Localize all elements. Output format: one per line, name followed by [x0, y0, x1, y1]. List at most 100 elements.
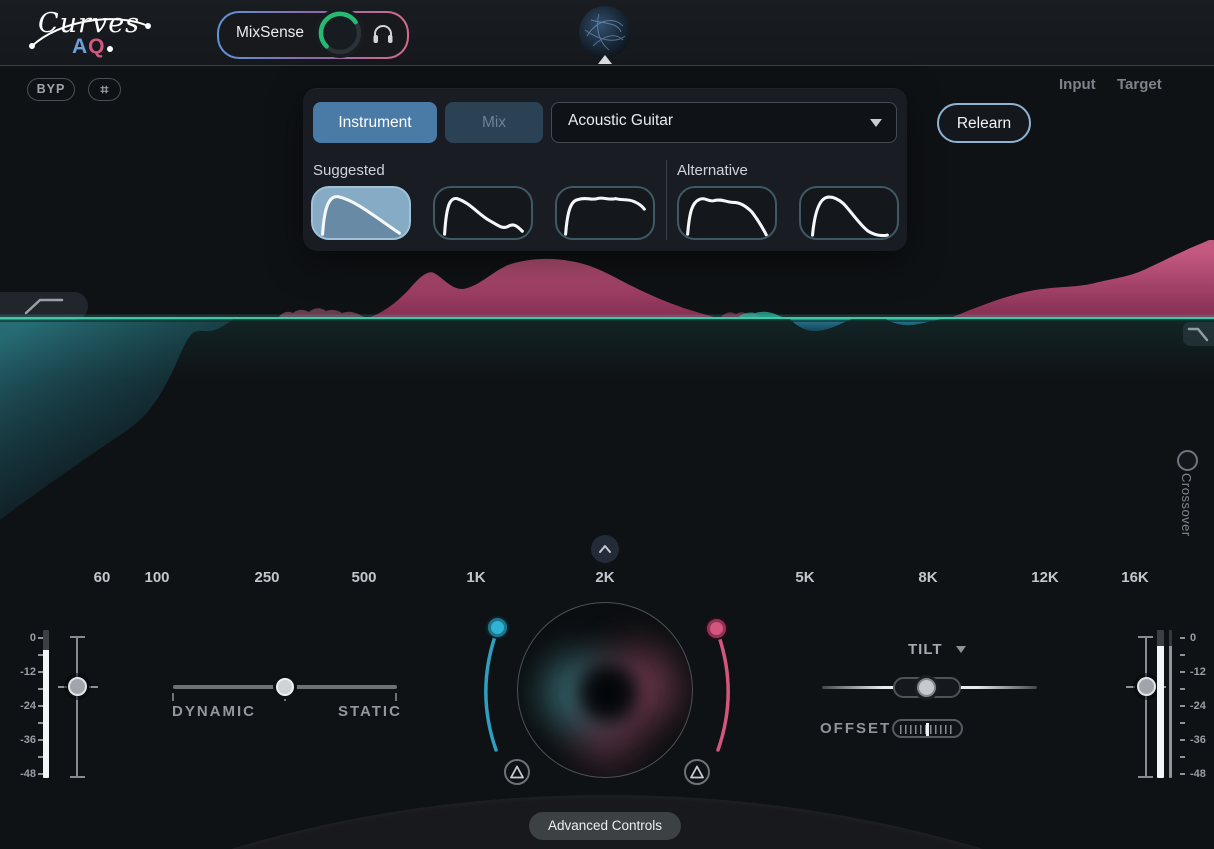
logo-q-dot	[107, 46, 113, 52]
input-gain-slider-track[interactable]	[76, 637, 78, 778]
crossover-knob[interactable]	[1177, 450, 1198, 471]
panel-notch-arrow[interactable]	[598, 55, 612, 64]
db-scale-label: 0	[14, 632, 36, 644]
tab-mix[interactable]: Mix	[445, 102, 543, 143]
slider-hairline	[89, 686, 98, 688]
dynamic-label: DYNAMIC	[172, 703, 256, 720]
below-line-wash	[0, 318, 1214, 380]
freq-label-1k: 1K	[446, 569, 506, 586]
output-level-meter-secondary	[1169, 630, 1172, 778]
preset-thumbnail-suggested-2[interactable]	[433, 186, 533, 240]
freq-label-60: 60	[72, 569, 132, 586]
freq-label-250: 250	[237, 569, 297, 586]
relearn-button[interactable]: Relearn	[937, 103, 1031, 143]
headphones-icon[interactable]	[371, 22, 395, 46]
tab-instrument[interactable]: Instrument	[313, 102, 437, 143]
dynamic-static-slider-knob[interactable]	[276, 678, 294, 696]
freq-label-5k: 5K	[775, 569, 835, 586]
advanced-controls-button[interactable]: Advanced Controls	[529, 812, 681, 840]
freq-label-2k: 2K	[575, 569, 635, 586]
curves-aq-plugin-window: Curves AQ MixSense	[0, 0, 1214, 849]
target-meter-label[interactable]: Target	[1117, 76, 1162, 93]
offset-center-tick	[926, 723, 929, 736]
preset-thumbnail-suggested-1[interactable]	[311, 186, 411, 240]
tilt-slider-knob[interactable]	[917, 678, 936, 697]
preset-thumbnail-suggested-3[interactable]	[555, 186, 655, 240]
db-scale-label: -12	[14, 666, 36, 678]
pink-node-handle[interactable]	[705, 617, 728, 640]
output-level-meter	[1157, 630, 1164, 778]
db-scale-label: -48	[1190, 768, 1214, 780]
caret-down-icon[interactable]	[956, 646, 966, 653]
brain-orb-icon[interactable]	[579, 6, 631, 58]
db-scale-label: -24	[14, 700, 36, 712]
small-bumps-left	[278, 308, 366, 318]
offset-label: OFFSET	[820, 720, 891, 737]
db-scale-label: -36	[1190, 734, 1214, 746]
slider-end-cap	[70, 636, 85, 638]
freq-label-100: 100	[127, 569, 187, 586]
spectrum-display[interactable]	[0, 240, 1214, 560]
mixsense-knob[interactable]	[315, 8, 365, 58]
suggested-label: Suggested	[313, 162, 385, 179]
orb-dark-core	[570, 658, 646, 728]
db-scale-label: 0	[1190, 632, 1214, 644]
highpass-filter-handle[interactable]	[0, 292, 88, 320]
delta-right-button[interactable]	[684, 759, 710, 785]
macro-orb-control[interactable]	[517, 602, 693, 778]
freq-label-12k: 12K	[1015, 569, 1075, 586]
excess-area-right	[950, 240, 1214, 318]
preset-thumbnail-alternative-1[interactable]	[677, 186, 777, 240]
top-divider	[0, 65, 1214, 66]
thumbnail-divider	[666, 160, 667, 240]
collapse-panel-button[interactable]	[591, 535, 619, 563]
preset-panel: Instrument Mix Acoustic Guitar Suggested…	[303, 88, 907, 251]
db-tick-marks	[1180, 637, 1185, 775]
output-gain-slider-track[interactable]	[1145, 637, 1147, 778]
tilt-mode-dropdown[interactable]: TILT	[908, 641, 943, 658]
input-meter-label[interactable]: Input	[1059, 76, 1096, 93]
mixsense-label: MixSense	[236, 24, 304, 42]
preset-thumbnail-alternative-2[interactable]	[799, 186, 899, 240]
app-logo: Curves AQ	[24, 4, 164, 62]
static-label: STATIC	[338, 703, 402, 720]
bypass-button[interactable]: BYP	[27, 78, 75, 101]
offset-scrub-wheel[interactable]	[892, 719, 963, 738]
triangle-up-icon	[686, 761, 708, 783]
excess-bumps-mid	[720, 312, 762, 318]
instrument-dropdown-value: Acoustic Guitar	[568, 112, 673, 130]
slider-end-cap	[1138, 776, 1153, 778]
alternative-label: Alternative	[677, 162, 748, 179]
triangle-up-icon	[506, 761, 528, 783]
output-gain-slider-knob[interactable]	[1137, 677, 1156, 696]
db-scale-label: -12	[1190, 666, 1214, 678]
instrument-dropdown[interactable]: Acoustic Guitar	[551, 102, 897, 143]
db-scale-label: -36	[14, 734, 36, 746]
input-level-meter	[43, 630, 49, 778]
freq-label-500: 500	[334, 569, 394, 586]
slider-hairline	[1126, 686, 1135, 688]
delta-left-button[interactable]	[504, 759, 530, 785]
teal-dip-2	[884, 318, 948, 325]
slider-tick	[395, 693, 397, 701]
db-scale-label: -48	[14, 768, 36, 780]
hash-grid-button[interactable]: ⌗	[88, 78, 121, 101]
input-gain-slider-knob[interactable]	[68, 677, 87, 696]
slider-end-cap	[1138, 636, 1153, 638]
lowpass-filter-icon	[1183, 322, 1214, 346]
input-deficit-area	[0, 318, 236, 520]
mixsense-control[interactable]: MixSense	[217, 11, 409, 59]
freq-label-16k: 16K	[1105, 569, 1165, 586]
slider-tick	[172, 693, 174, 701]
crossover-label: Crossover	[1179, 473, 1194, 537]
chevron-down-icon	[870, 119, 882, 127]
teal-node-handle[interactable]	[486, 616, 509, 639]
lowpass-filter-handle[interactable]	[1183, 322, 1214, 346]
teal-bump-right	[737, 312, 785, 318]
highpass-filter-icon	[0, 292, 88, 320]
teal-dip-1	[789, 318, 855, 331]
freq-label-8k: 8K	[898, 569, 958, 586]
logo-aq: AQ	[72, 35, 106, 59]
slider-end-cap	[70, 776, 85, 778]
excess-area-mid	[368, 259, 718, 318]
